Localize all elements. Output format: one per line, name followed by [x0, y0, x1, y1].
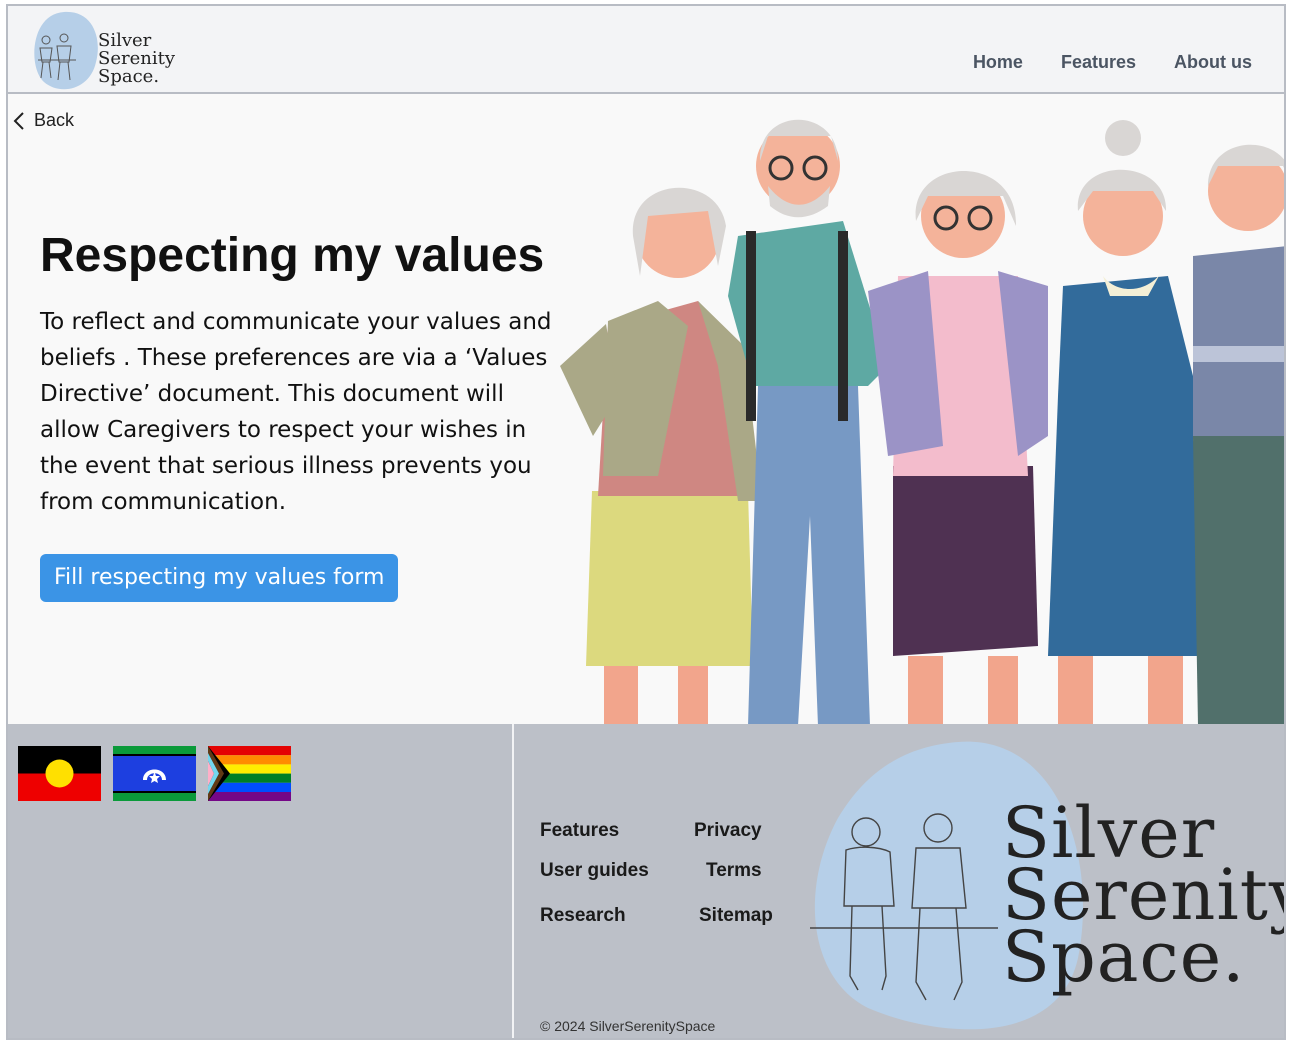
elderly-group-illustration: [560, 119, 1284, 726]
footer-link-terms[interactable]: Terms: [706, 860, 762, 882]
fill-values-form-button[interactable]: Fill respecting my values form: [40, 554, 399, 602]
footer-brand-line-3: Space.: [1002, 916, 1246, 998]
back-label: Back: [34, 110, 75, 130]
footer-link-user-guides[interactable]: User guides: [540, 860, 649, 882]
nav-home[interactable]: Home: [973, 52, 1023, 73]
site-header: Silver Serenity Space. Home Features Abo…: [8, 6, 1284, 94]
back-button[interactable]: Back: [12, 110, 74, 131]
chevron-left-icon: [13, 111, 24, 130]
hero-description: To reflect and communicate your values a…: [40, 309, 552, 515]
footer-link-sitemap[interactable]: Sitemap: [699, 905, 773, 927]
person-woman-2: [868, 171, 1048, 726]
progress-pride-flag-icon: [208, 746, 291, 801]
person-woman-3: [1048, 120, 1208, 726]
footer-link-features[interactable]: Features: [540, 820, 619, 842]
brand-logo[interactable]: Silver Serenity Space.: [24, 10, 184, 94]
nav-features[interactable]: Features: [1061, 52, 1136, 73]
footer-brand-wordmark: Silver Serenity Space.: [1002, 798, 1284, 998]
nav-about-us[interactable]: About us: [1174, 52, 1252, 73]
footer-divider: [512, 724, 514, 1038]
main-nav: Home Features About us: [973, 52, 1252, 73]
aboriginal-flag-icon: [18, 746, 101, 801]
site-footer: Features Privacy User guides Terms Resea…: [8, 724, 1284, 1038]
person-woman-1: [560, 187, 762, 726]
person-man-2: [1193, 144, 1284, 726]
footer-link-privacy[interactable]: Privacy: [694, 820, 762, 842]
copyright-text: © 2024 SilverSerenitySpace: [540, 1018, 716, 1034]
brand-line-3: Space.: [98, 66, 160, 87]
footer-link-research[interactable]: Research: [540, 905, 626, 927]
page-title: Respecting my values: [40, 229, 545, 282]
torres-strait-islander-flag-icon: [113, 746, 196, 801]
page-frame: Silver Serenity Space. Home Features Abo…: [6, 4, 1286, 1040]
brand-wordmark: Silver Serenity Space.: [98, 32, 175, 86]
